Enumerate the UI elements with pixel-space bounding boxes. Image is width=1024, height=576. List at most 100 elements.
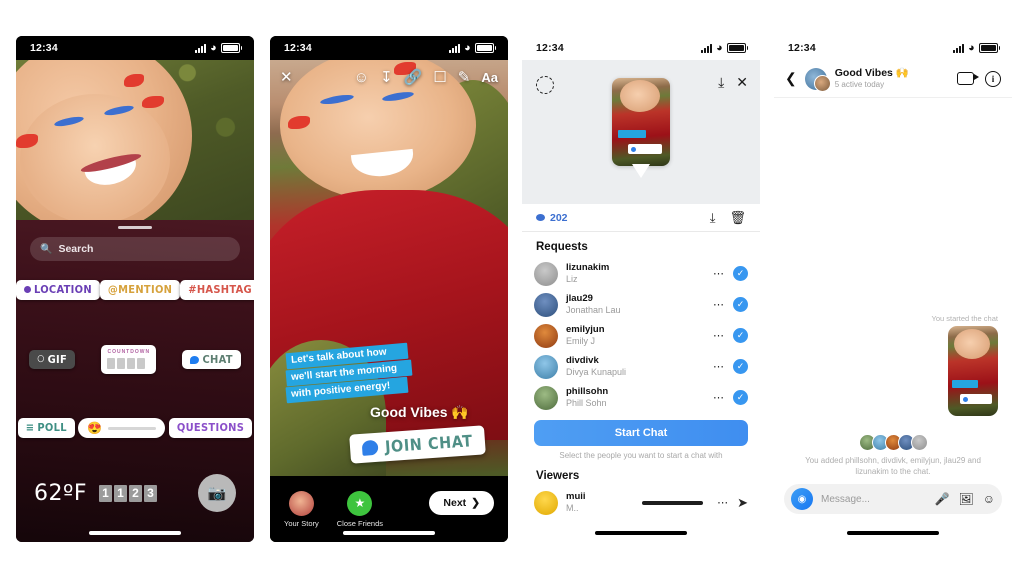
sticker-circle-icon[interactable] xyxy=(536,76,554,94)
more-options-icon[interactable]: ⋯ xyxy=(713,298,725,311)
share-your-story[interactable]: Your Story xyxy=(284,490,319,528)
sticker-icon[interactable]: ☺ xyxy=(983,492,995,506)
join-chat-sticker-thumb xyxy=(960,394,992,404)
clock-sticker[interactable]: 1 1 2 3 xyxy=(99,484,158,502)
download-icon[interactable]: ⤓ xyxy=(710,210,716,226)
sticker-row-1: LOCATION @MENTION #HASHTAG xyxy=(16,280,254,300)
status-bar: 12:34 ◕ xyxy=(774,36,1012,60)
chat-title-block: Good Vibes 🙌 5 active today xyxy=(835,67,909,90)
chevron-left-icon[interactable]: ❮ xyxy=(785,70,797,87)
preview-actions: ⤓ ✕ xyxy=(718,74,748,91)
user-info: divdivk Divya Kunapuli xyxy=(566,355,705,378)
select-checkbox[interactable]: ✓ xyxy=(733,266,748,281)
sticker-emoji-slider[interactable]: 😍 xyxy=(78,418,166,438)
message-input[interactable]: Message... xyxy=(821,494,927,505)
send-message-icon[interactable]: ➤ xyxy=(737,495,748,511)
more-options-icon[interactable]: ⋯ xyxy=(713,267,725,280)
sticker-chat-label: CHAT xyxy=(202,352,233,366)
fullname: Phill Sohn xyxy=(566,397,607,408)
sticker-countdown[interactable]: COUNTDOWN xyxy=(101,345,157,374)
select-checkbox[interactable]: ✓ xyxy=(733,390,748,405)
sticker-icon[interactable]: ☐ xyxy=(433,70,446,85)
microphone-icon[interactable]: 🎤 xyxy=(935,492,950,506)
table-row[interactable]: emilyjun Emily J ⋯ ✓ xyxy=(522,320,760,351)
story-canvas[interactable]: Let's talk about how we'll start the mor… xyxy=(270,60,508,542)
story-thumbnail[interactable] xyxy=(612,78,670,166)
sticker-row-2: ○ GIF COUNTDOWN CHAT xyxy=(16,345,254,374)
sticker-hashtag[interactable]: #HASHTAG xyxy=(180,280,254,300)
camera-icon[interactable]: ◉ xyxy=(791,488,813,510)
list-item[interactable]: muii M.. ⋯ ➤ xyxy=(522,487,760,518)
home-indicator xyxy=(343,531,435,535)
group-avatar[interactable] xyxy=(804,67,831,92)
sticker-questions[interactable]: QUESTIONS xyxy=(168,418,253,438)
sticker-location[interactable]: LOCATION xyxy=(16,280,100,300)
sticker-gif[interactable]: ○ GIF xyxy=(29,349,76,370)
save-story-icon[interactable]: ⤓ xyxy=(718,74,724,91)
table-row[interactable]: divdivk Divya Kunapuli ⋯ ✓ xyxy=(522,351,760,382)
chat-body: You started the chat You added phillsohn… xyxy=(774,98,1012,542)
avatar xyxy=(534,385,558,410)
username: divdivk xyxy=(566,354,599,366)
link-icon[interactable]: 🔗 xyxy=(404,70,423,85)
sticker-questions-label: QUESTIONS xyxy=(176,421,245,435)
download-icon[interactable]: ↧ xyxy=(380,70,393,85)
more-options-icon[interactable]: ⋯ xyxy=(713,391,725,404)
select-checkbox[interactable]: ✓ xyxy=(733,359,748,374)
more-options-icon[interactable]: ⋯ xyxy=(717,496,729,509)
chevron-right-icon: ❯ xyxy=(471,497,480,509)
video-call-icon[interactable] xyxy=(957,72,979,85)
avatar xyxy=(534,323,558,348)
wifi-icon: ◕ xyxy=(464,41,471,54)
table-row[interactable]: phillsohn Phill Sohn ⋯ ✓ xyxy=(522,382,760,413)
slider-track[interactable] xyxy=(108,426,157,430)
signal-icon xyxy=(701,43,713,53)
smiley-face-icon[interactable]: ☺ xyxy=(354,70,369,85)
camera-bottom-row: 62ºF 1 1 2 3 📷 xyxy=(16,474,254,512)
battery-icon xyxy=(979,43,1000,53)
close-icon[interactable]: ✕ xyxy=(280,70,293,85)
temperature-sticker[interactable]: 62ºF xyxy=(34,481,87,506)
camera-icon: 📷 xyxy=(207,485,227,502)
more-options-icon[interactable]: ⋯ xyxy=(713,329,725,342)
next-button[interactable]: Next ❯ xyxy=(429,491,494,515)
camera-preview[interactable] xyxy=(16,60,254,220)
trash-icon[interactable]: 🗑 xyxy=(729,210,746,226)
viewers-header: Viewers xyxy=(536,470,580,482)
text-tool-icon[interactable]: Aa xyxy=(481,71,498,84)
signal-icon xyxy=(195,43,207,53)
title-sticker[interactable]: Good Vibes 🙌 xyxy=(370,404,469,421)
status-time: 12:34 xyxy=(788,42,816,54)
portrait-face xyxy=(620,80,660,112)
phone-story-camera: 12:34 ◕ 🔍 Search LOCATION @MENTION #HASH… xyxy=(16,36,254,542)
chat-header: ❮ Good Vibes 🙌 5 active today i xyxy=(774,60,1012,98)
sticker-poll[interactable]: ≡ POLL xyxy=(17,418,75,438)
shared-story-bubble[interactable] xyxy=(948,326,998,416)
share-close-friends[interactable]: ★ Close Friends xyxy=(337,490,383,528)
more-options-icon[interactable]: ⋯ xyxy=(713,360,725,373)
signal-icon xyxy=(449,43,461,53)
start-chat-button[interactable]: Start Chat xyxy=(534,420,748,446)
photo-icon[interactable]: 🖼 xyxy=(959,492,974,506)
fullname: Divya Kunapuli xyxy=(566,366,627,377)
message-composer[interactable]: ◉ Message... 🎤 🖼 ☺ xyxy=(784,484,1002,514)
info-icon[interactable]: i xyxy=(985,70,1001,87)
clock-digit: 3 xyxy=(144,484,158,502)
draw-pen-icon[interactable]: ✎ xyxy=(458,70,471,85)
table-row[interactable]: lizunakim Liz ⋯ ✓ xyxy=(522,258,760,289)
system-message-block: You added phillsohn, divdivk, emilyjun, … xyxy=(774,433,1012,478)
shutter-button[interactable]: 📷 xyxy=(198,474,236,512)
sticker-chat[interactable]: CHAT xyxy=(182,349,241,370)
sticker-mention[interactable]: @MENTION xyxy=(99,280,181,300)
search-input[interactable]: 🔍 Search xyxy=(30,237,240,261)
screenshot-stage: 12:34 ◕ 🔍 Search LOCATION @MENTION #HASH… xyxy=(0,0,1024,576)
sticker-countdown-label: COUNTDOWN xyxy=(107,349,151,355)
table-row[interactable]: jlau29 Jonathan Lau ⋯ ✓ xyxy=(522,289,760,320)
sheet-grabber[interactable] xyxy=(118,226,152,229)
chat-header-actions: i xyxy=(957,70,1001,87)
location-pin-icon xyxy=(24,286,31,294)
select-checkbox[interactable]: ✓ xyxy=(733,297,748,312)
select-checkbox[interactable]: ✓ xyxy=(733,328,748,343)
close-icon[interactable]: ✕ xyxy=(736,74,748,91)
view-count[interactable]: 202 xyxy=(536,212,568,224)
